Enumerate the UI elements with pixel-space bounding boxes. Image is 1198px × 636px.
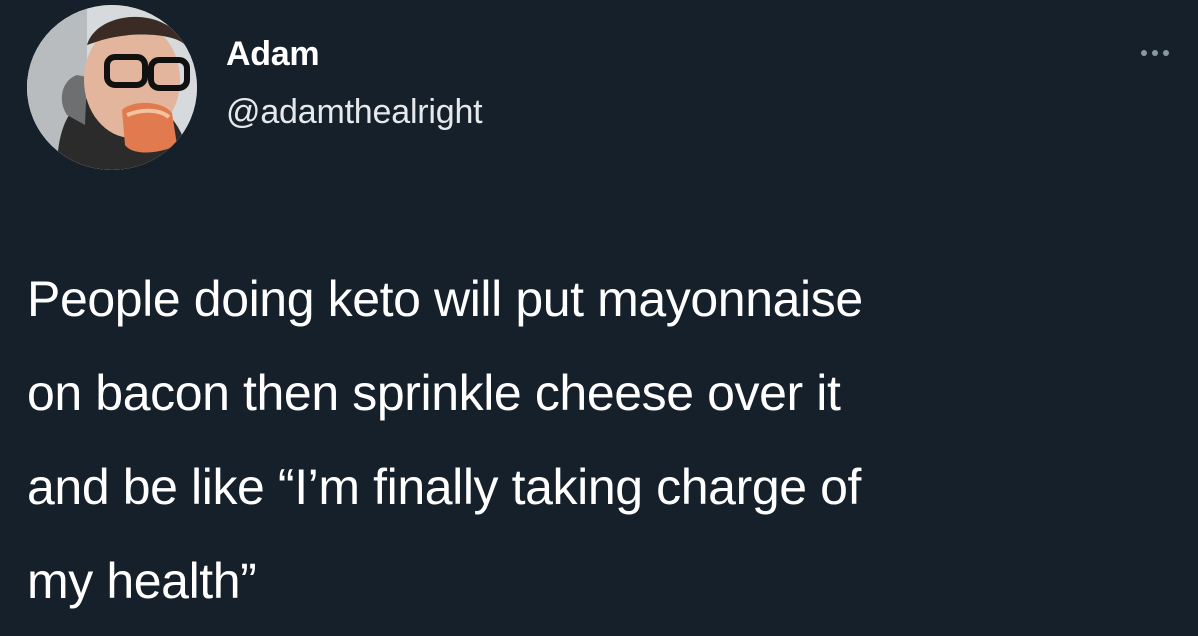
user-handle[interactable]: @adamthealright [226,88,483,136]
more-options-icon-dot [1152,50,1158,56]
avatar[interactable] [27,5,197,170]
tweet-text: People doing keto will put mayonnaise on… [27,252,1187,628]
display-name[interactable]: Adam [226,30,320,78]
tweet-text-line: on bacon then sprinkle cheese over it [27,365,841,421]
tweet-text-line: and be like “I’m finally taking charge o… [27,459,862,515]
more-options-icon [1141,50,1147,56]
tweet-text-line: People doing keto will put mayonnaise [27,271,863,327]
more-options-button[interactable] [1130,38,1180,68]
profile-photo [27,5,197,170]
tweet-text-line: my health” [27,553,257,609]
tweet-card: Adam @adamthealright People doing keto w… [0,0,1198,636]
more-options-icon-dot [1163,50,1169,56]
